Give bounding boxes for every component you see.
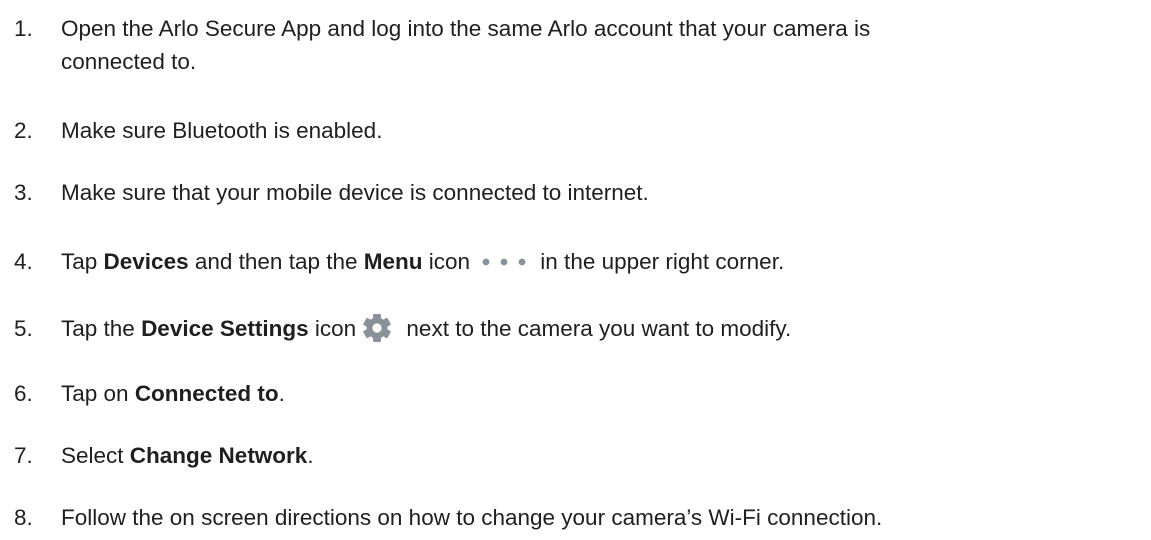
devices-label: Devices: [103, 249, 189, 274]
step-number: 2.: [14, 118, 33, 143]
step-text: Make sure that your mobile device is con…: [61, 180, 649, 205]
step-text: Open the Arlo Secure App and log into th…: [61, 12, 1141, 78]
step-text-part: icon: [308, 316, 357, 341]
gear-icon: [363, 313, 391, 342]
step-text-part: .: [307, 443, 314, 468]
step-text-part: Select: [61, 443, 130, 468]
connected-to-label: Connected to: [134, 381, 279, 406]
step-number: 6.: [14, 381, 33, 406]
step-text: Follow the on screen directions on how t…: [61, 505, 883, 530]
step-number: 8.: [14, 505, 33, 530]
step-number: 1.: [14, 16, 33, 41]
menu-label: Menu: [363, 249, 423, 274]
step-text: Make sure Bluetooth is enabled.: [61, 118, 383, 143]
step-text: Select Change Network.: [61, 439, 1141, 472]
step-number: 3.: [14, 180, 33, 205]
step-text-line-1: Open the Arlo Secure App and log into th…: [61, 16, 871, 41]
step-text-part: Tap: [61, 249, 104, 274]
menu-dots-icon: [482, 258, 526, 265]
step-text: Tap Devices and then tap the Menu icon i…: [61, 245, 1141, 278]
step-text-part: in the upper right corner.: [534, 249, 785, 274]
step-text-line-2: connected to.: [61, 49, 197, 74]
step-text-part: and then tap the: [188, 249, 364, 274]
step-text-part: Tap the: [61, 316, 142, 341]
step-text-part: icon: [422, 249, 471, 274]
device-settings-label: Device Settings: [141, 316, 309, 341]
change-network-label: Change Network: [129, 443, 308, 468]
step-number: 7.: [14, 443, 33, 468]
step-number: 4.: [14, 249, 33, 274]
step-text: Tap on Connected to.: [61, 377, 1141, 410]
step-text: Tap the Device Settings icon next to the…: [61, 312, 1141, 348]
step-text-part: next to the camera you want to modify.: [400, 316, 792, 341]
step-text-part: .: [278, 381, 285, 406]
step-number: 5.: [14, 316, 33, 341]
step-text-part: Tap on: [61, 381, 135, 406]
